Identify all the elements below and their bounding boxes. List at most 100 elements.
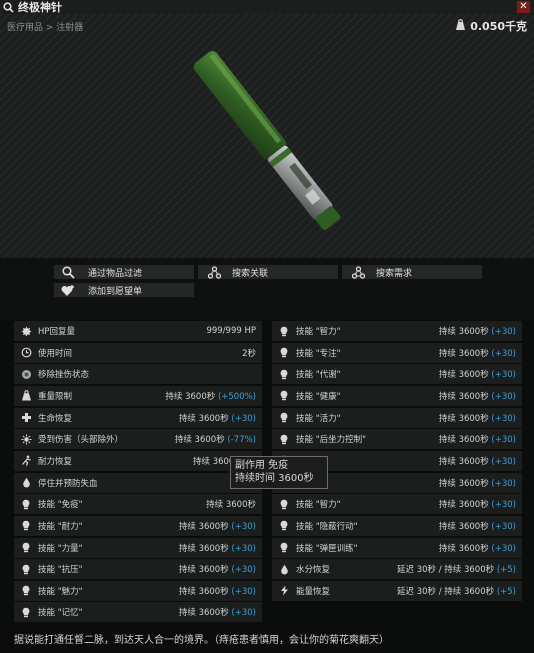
stat-value-bonus: (+500%) [217,391,256,402]
stat-value: 999/999 HP [206,326,256,336]
tooltip-line-1: 副作用 免疫 [235,460,289,471]
stat-value: 持续 3600秒 (+30) [179,606,256,618]
filter-by-item-label: 通过物品过滤 [88,268,143,279]
add-to-wishlist-label: 添加到愿望单 [88,286,143,297]
tooltip-line-2: 持续时间 3600秒 [235,473,314,484]
stat-label: 技能 "活力" [296,413,341,424]
stat-value: 持续 3600秒 (+30) [439,477,516,489]
stat-value-main: 持续 3600秒 [174,435,228,446]
bulb-icon [272,386,296,406]
left-stat-row: 技能 "抗压" 持续 3600秒 (+30) [14,559,262,580]
stat-value-main: 持续 3600秒 [438,327,492,337]
stat-label: 技能 "隐蔽行动" [296,521,358,532]
close-button[interactable]: ✕ [517,1,530,13]
item-preview-panel: 医疗用品 > 注射器 0.050千克 [0,14,534,258]
stat-value: 持续 3600秒 (+30) [439,498,516,510]
stat-value-bonus: (+30) [491,456,516,467]
stat-value-bonus: (+5) [496,586,516,597]
actions-bar: 通过物品过滤 搜索关联 搜索需求 添加到愿望单 [0,258,534,320]
bulb-icon [14,602,38,622]
bulb-icon [14,494,38,514]
left-stat-row: 技能 "魅力" 持续 3600秒 (+30) [14,580,262,601]
left-stat-row: 技能 "免疫" 持续 3600秒 [14,494,262,515]
stat-value: 持续 3600秒 (+30) [439,412,516,424]
stat-value-main: 持续 3600秒 [438,456,492,467]
stat-value: 持续 3600秒 (+30) [439,520,516,532]
stat-value-bonus: (+30) [491,370,516,381]
bulb-icon [272,408,296,428]
stat-label: 技能 "耐力" [38,521,83,532]
stat-value: 延迟 30秒 / 持续 3600秒 (+5) [397,563,516,575]
stat-value-main: 持续 3600秒 [165,391,218,402]
stat-label: 技能 "智力" [296,500,341,511]
stat-value: 持续 3600秒 (+30) [179,412,256,424]
filter-by-item-button[interactable]: 通过物品过滤 [54,265,194,279]
stat-label: 重量限制 [38,391,73,402]
stat-label: 技能 "弹匣训练" [296,543,358,554]
stat-label: 水分恢复 [296,565,331,576]
add-to-wishlist-button[interactable]: 添加到愿望单 [54,283,194,297]
left-stat-row: 停住并预防失血持续 3 [14,472,262,493]
title-bar: 终极神针 ✕ [0,0,534,14]
search-links-button[interactable]: 搜索关联 [198,265,338,279]
stat-value-main: 持续 3600秒 [178,565,232,576]
item-description: 据说能打通任督二脉，到达天人合一的境界。（痔疮患者慎用，会让你的菊花爽翻天） [14,635,389,646]
stat-label: 使用时间 [38,348,73,359]
window-title: 终极神针 [18,1,62,14]
stat-value-main: 持续 3600秒 [438,348,492,359]
stat-value-bonus: (+30) [491,348,516,359]
weight-value: 0.050千克 [470,20,527,33]
stat-label: 技能 "魅力" [38,586,83,597]
left-stat-row: 移除挫伤状态 [14,364,262,385]
cross-icon [14,408,38,428]
bulb-icon [272,429,296,449]
stat-value-main: 持续 3600秒 [438,478,492,489]
stat-label: 技能 "记忆" [38,608,83,619]
stat-label: 技能 "智力" [296,327,341,337]
stat-label: 技能 "专注" [296,348,341,359]
left-stat-row: HP回复量 999/999 HP [14,321,262,341]
stat-value: 持续 3600秒 (+30) [179,585,256,597]
stat-value-bonus: (+30) [231,543,256,554]
stat-value-main: 持续 3600秒 [438,500,492,511]
breadcrumb: 医疗用品 > 注射器 [7,23,84,33]
stat-value-main: 持续 3600秒 [178,608,232,619]
stat-value-main: 持续 3600秒 [438,413,492,424]
stat-value: 持续 3600秒 (+30) [179,563,256,575]
stat-value-bonus: (+30) [491,413,516,424]
item-weight: 0.050千克 [455,18,527,34]
left-stat-row: 生命恢复 持续 3600秒 (+30) [14,407,262,428]
stat-value-main: 持续 3600秒 [438,370,492,381]
stat-value-bonus: (-77%) [227,435,256,446]
stat-label: 技能 "健康" [296,391,341,402]
heart-plus-icon [60,282,76,298]
bulb-icon [14,581,38,601]
stat-value: 2秒 [242,348,256,359]
right-stat-row: 技能 "活力" 持续 3600秒 (+30) [272,407,522,428]
left-stat-row: 技能 "耐力" 持续 3600秒 (+30) [14,515,262,536]
stat-value: 持续 3600秒 (+500%) [165,390,256,402]
search-requirements-button[interactable]: 搜索需求 [342,265,482,279]
stat-value: 持续 3600秒 (+30) [439,347,516,359]
stat-value-bonus: (+30) [231,521,256,532]
stat-value-main: 延迟 30秒 / 持续 3600秒 [397,565,497,576]
stat-value: 持续 3600秒 (+30) [439,325,516,337]
left-stat-row: 技能 "力量" 持续 3600秒 (+30) [14,537,262,558]
stat-value: 持续 3600秒 (+30) [439,433,516,445]
stat-value-main: 持续 3600秒 [438,543,492,554]
stat-value: 持续 3600秒 (+30) [439,390,516,402]
stat-value-main: 延迟 30秒 / 持续 3600秒 [397,586,497,597]
stat-value-main: 持续 3600秒 [178,543,232,554]
stat-value-bonus: (+30) [231,608,256,619]
search-links-label: 搜索关联 [232,268,269,279]
right-stat-row: 技能 "健康" 持续 3600秒 (+30) [272,385,522,406]
stat-label: 技能 "后坐力控制" [296,435,367,446]
stat-label: 技能 "代谢" [296,370,341,381]
left-stat-row: 受到伤害（头部除外） 持续 3600秒 (-77%) [14,429,262,450]
stat-value-bonus: (+5) [496,565,516,576]
right-stat-row: 技能 "智力" 持续 3600秒 (+30) [272,321,522,341]
stat-value: 持续 3600秒 (+30) [439,455,516,467]
stat-label: 耐力恢复 [38,456,73,467]
right-stat-row: 技能 "隐蔽行动" 持续 3600秒 (+30) [272,515,522,536]
left-stat-row: 技能 "记忆" 持续 3600秒 (+30) [14,602,262,623]
